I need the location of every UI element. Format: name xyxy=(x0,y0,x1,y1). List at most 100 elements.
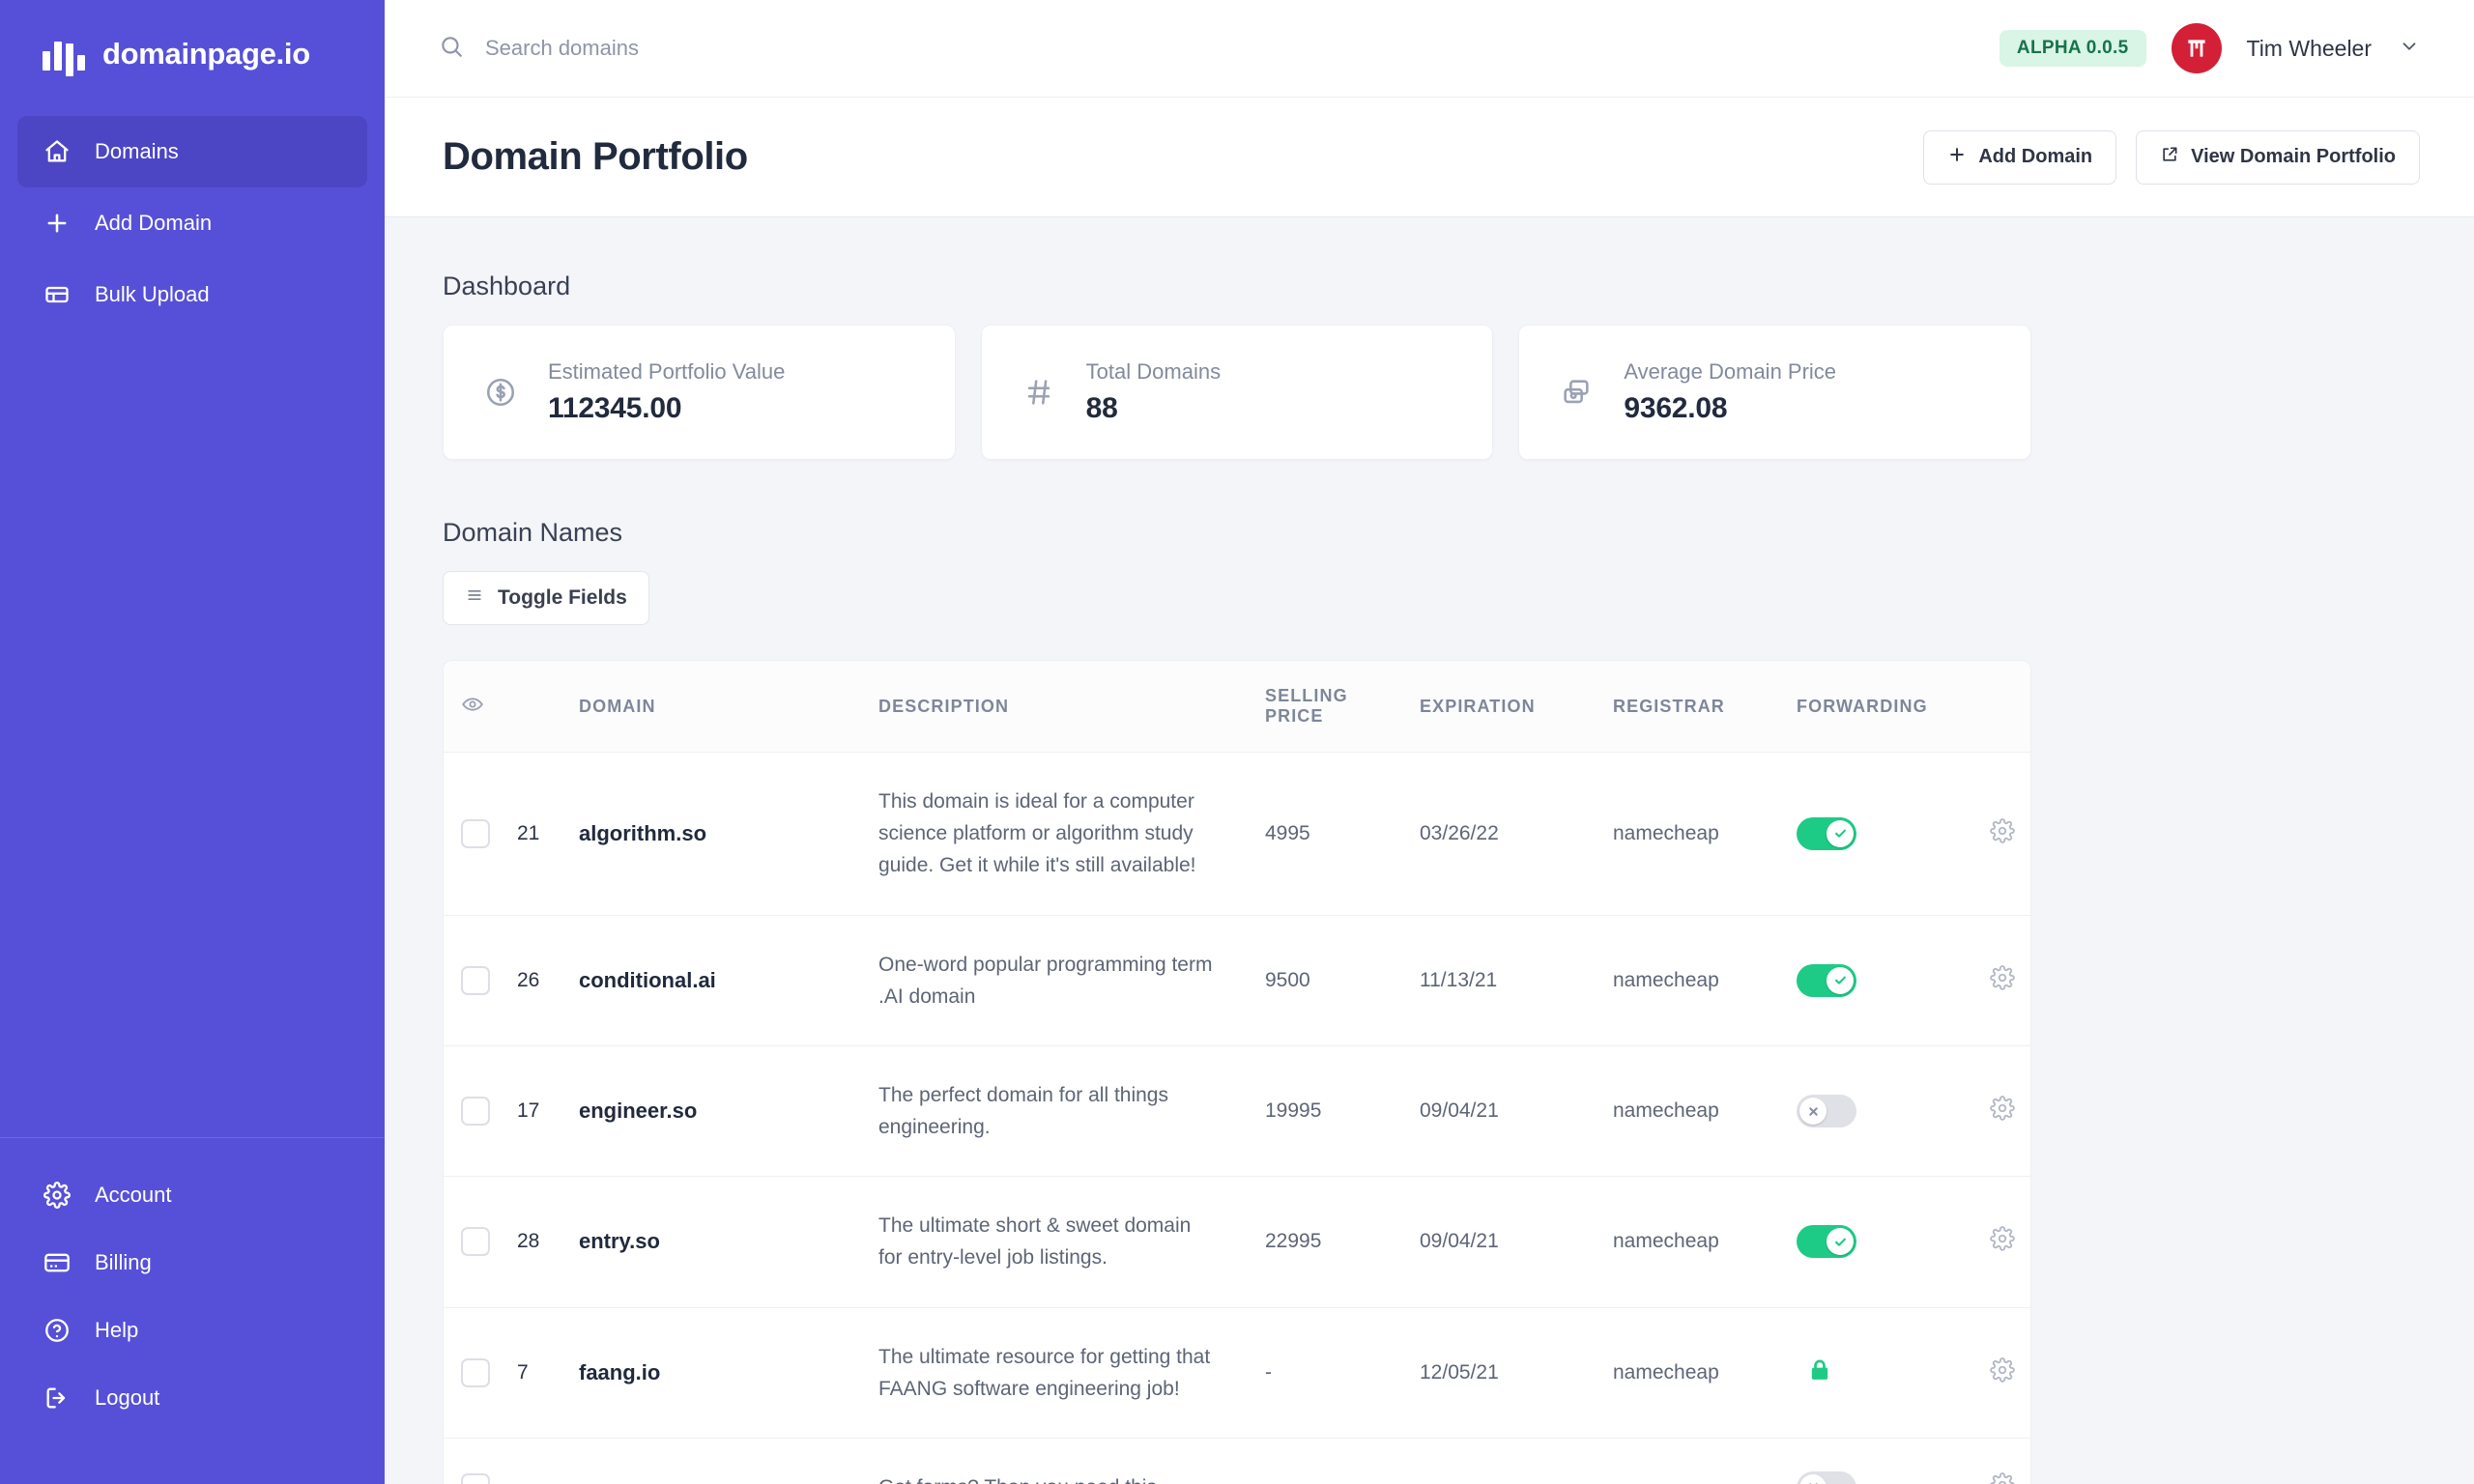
sidebar-item-add-domain[interactable]: Add Domain xyxy=(17,187,367,259)
version-badge: ALPHA 0.0.5 xyxy=(1999,30,2146,67)
toggle-knob xyxy=(1799,1098,1827,1126)
sidebar-item-label: Help xyxy=(95,1318,139,1342)
table-row[interactable]: Got forms? Then you need this xyxy=(444,1438,2030,1484)
sidebar-secondary-nav: Account Billing Help Logout xyxy=(0,1137,385,1484)
forwarding-toggle-off[interactable] xyxy=(1797,1095,1856,1128)
forwarding-toggle-off[interactable] xyxy=(1797,1470,1856,1484)
row-domain[interactable]: engineer.so xyxy=(579,1045,878,1178)
toggle-knob xyxy=(1799,1473,1827,1484)
toggle-fields-label: Toggle Fields xyxy=(498,586,627,609)
stat-card-text: Total Domains 88 xyxy=(1086,359,1221,425)
stat-card-label: Total Domains xyxy=(1085,359,1222,384)
table-header-row: DOMAIN DESCRIPTION SELLING PRICE EXPIRAT… xyxy=(444,661,2030,753)
table-row[interactable]: 26 conditional.ai One-word popular progr… xyxy=(444,915,2030,1046)
toggle-fields-button[interactable]: Toggle Fields xyxy=(443,571,649,625)
row-registrar: namecheap xyxy=(1613,1176,1797,1308)
dollar-circle-icon xyxy=(480,372,521,413)
row-select-cell[interactable] xyxy=(444,915,517,1046)
eye-icon[interactable] xyxy=(444,693,484,716)
table-head: DOMAIN DESCRIPTION SELLING PRICE EXPIRAT… xyxy=(444,661,2030,753)
row-select-cell[interactable] xyxy=(444,1176,517,1308)
column-forwarding[interactable]: FORWARDING xyxy=(1797,661,1990,753)
row-domain[interactable]: algorithm.so xyxy=(579,752,878,916)
table-row[interactable]: 17 engineer.so The perfect domain for al… xyxy=(444,1045,2030,1178)
table-icon xyxy=(43,280,72,309)
gear-icon[interactable] xyxy=(1990,817,2015,843)
sidebar-item-billing[interactable]: Billing xyxy=(17,1229,367,1297)
plus-icon xyxy=(43,209,72,238)
row-domain[interactable]: faang.io xyxy=(579,1307,878,1439)
row-settings[interactable] xyxy=(1990,915,2030,1046)
lock-icon[interactable] xyxy=(1806,1356,1833,1384)
row-selling-price: 4995 xyxy=(1265,752,1420,916)
sidebar-item-bulk-upload[interactable]: Bulk Upload xyxy=(17,259,367,330)
forwarding-toggle-on[interactable] xyxy=(1797,1225,1856,1259)
sidebar-item-label: Account xyxy=(95,1183,172,1207)
user-name[interactable]: Tim Wheeler xyxy=(2247,36,2373,62)
column-selling-price[interactable]: SELLING PRICE xyxy=(1265,661,1420,753)
add-domain-button[interactable]: Add Domain xyxy=(1923,129,2117,185)
row-expiration xyxy=(1420,1438,1613,1484)
column-number xyxy=(517,661,579,753)
row-select-cell[interactable] xyxy=(444,1307,517,1439)
column-description[interactable]: DESCRIPTION xyxy=(878,661,1265,753)
row-select-cell[interactable] xyxy=(444,1438,517,1484)
row-checkbox[interactable] xyxy=(461,965,490,995)
hash-icon xyxy=(1019,372,1059,413)
table-row[interactable]: 21 algorithm.so This domain is ideal for… xyxy=(444,752,2030,916)
gear-icon[interactable] xyxy=(1990,1472,2015,1484)
row-select-cell[interactable] xyxy=(444,752,517,916)
row-settings[interactable] xyxy=(1990,1176,2030,1308)
search-container[interactable] xyxy=(439,34,1999,64)
topbar: ALPHA 0.0.5 Tim Wheeler xyxy=(385,0,2474,98)
column-domain[interactable]: DOMAIN xyxy=(579,661,878,753)
stat-card-text: Average Domain Price 9362.08 xyxy=(1624,359,1836,425)
row-number xyxy=(517,1438,579,1484)
row-domain[interactable]: entry.so xyxy=(579,1176,878,1308)
avatar[interactable] xyxy=(2171,23,2222,73)
list-icon xyxy=(465,585,484,611)
row-settings[interactable] xyxy=(1990,752,2030,916)
row-domain[interactable]: conditional.ai xyxy=(579,915,878,1046)
row-settings[interactable] xyxy=(1990,1307,2030,1439)
table-row[interactable]: 28 entry.so The ultimate short & sweet d… xyxy=(444,1176,2030,1308)
row-settings[interactable] xyxy=(1990,1045,2030,1178)
row-forwarding[interactable] xyxy=(1797,752,1990,916)
row-number: 7 xyxy=(517,1307,579,1439)
column-expiration[interactable]: EXPIRATION xyxy=(1420,661,1613,753)
sidebar-item-help[interactable]: Help xyxy=(17,1297,367,1364)
forwarding-toggle-on[interactable] xyxy=(1797,963,1856,997)
row-domain[interactable] xyxy=(579,1438,878,1484)
main-area: ALPHA 0.0.5 Tim Wheeler Domain Portfolio… xyxy=(385,0,2474,1484)
row-forwarding[interactable] xyxy=(1797,1307,1990,1439)
column-visibility[interactable] xyxy=(444,661,517,753)
row-forwarding[interactable] xyxy=(1797,1045,1990,1178)
row-checkbox[interactable] xyxy=(461,1227,490,1257)
sidebar-item-account[interactable]: Account xyxy=(17,1161,367,1229)
row-forwarding[interactable] xyxy=(1797,1176,1990,1308)
chevron-down-icon[interactable] xyxy=(2399,36,2420,62)
row-checkbox[interactable] xyxy=(461,1357,490,1387)
gear-icon[interactable] xyxy=(1990,1356,2015,1383)
gear-icon[interactable] xyxy=(1990,1226,2015,1252)
stat-card-value: 88 xyxy=(1085,392,1118,424)
row-checkbox[interactable] xyxy=(461,1097,490,1127)
row-checkbox[interactable] xyxy=(461,1472,490,1484)
forwarding-toggle-on[interactable] xyxy=(1797,816,1856,850)
row-settings[interactable] xyxy=(1990,1438,2030,1484)
sidebar-item-logout[interactable]: Logout xyxy=(17,1364,367,1432)
row-registrar: namecheap xyxy=(1613,1045,1797,1178)
table-row[interactable]: 7 faang.io The ultimate resource for get… xyxy=(444,1307,2030,1439)
row-forwarding[interactable] xyxy=(1797,915,1990,1046)
row-selling-price: 19995 xyxy=(1265,1045,1420,1178)
search-input[interactable] xyxy=(485,36,930,61)
row-forwarding[interactable] xyxy=(1797,1438,1990,1484)
gear-icon[interactable] xyxy=(1990,964,2015,990)
row-select-cell[interactable] xyxy=(444,1045,517,1178)
sidebar-item-domains[interactable]: Domains xyxy=(17,116,367,187)
brand[interactable]: domainpage.io xyxy=(0,0,385,108)
row-checkbox[interactable] xyxy=(461,818,490,848)
view-domain-portfolio-button[interactable]: View Domain Portfolio xyxy=(2136,129,2420,185)
column-registrar[interactable]: REGISTRAR xyxy=(1613,661,1797,753)
gear-icon[interactable] xyxy=(1990,1096,2015,1121)
